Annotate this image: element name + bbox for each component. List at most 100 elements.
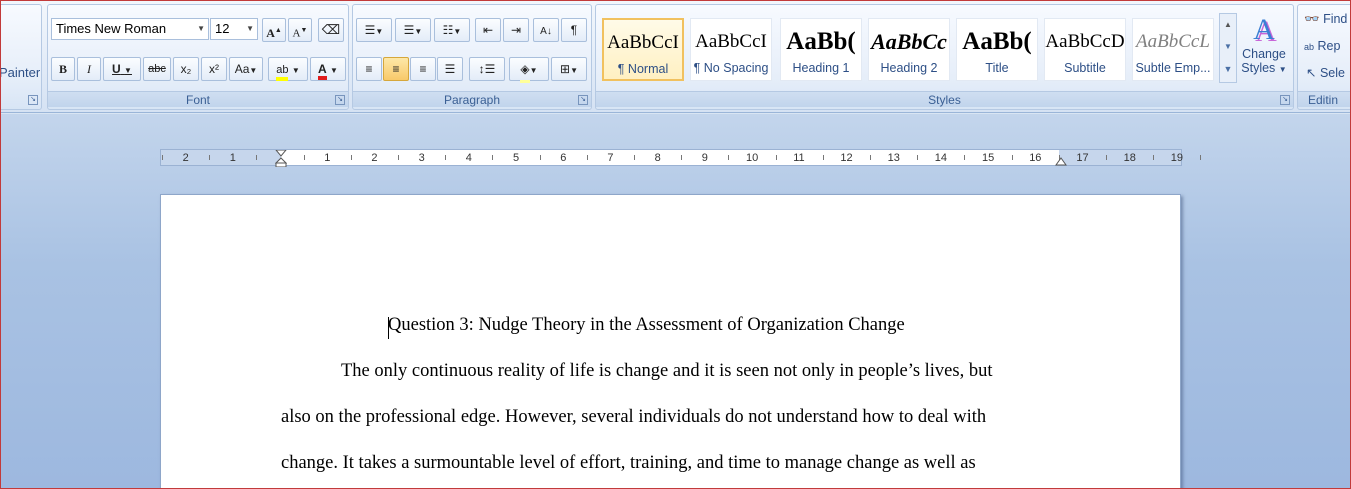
sort-icon: A↓	[540, 26, 552, 37]
superscript-button[interactable]: x²	[201, 57, 227, 81]
ruler-tick-label: 11	[793, 152, 805, 164]
line-spacing-button[interactable]: ↕☰	[469, 57, 505, 81]
style-subtitle[interactable]: AaBbCcD Subtitle	[1044, 18, 1126, 81]
ruler-minor-tick	[681, 155, 683, 160]
shrink-font-button[interactable]: A▼	[288, 18, 312, 42]
ruler-tick-label: 4	[465, 152, 472, 164]
paragraph-line-1[interactable]: The only continuous reality of life is c…	[341, 361, 992, 382]
shading-button[interactable]: ◈▼	[509, 57, 549, 83]
ruler-tick-label: 6	[560, 152, 567, 164]
styles-group-label: Styles	[596, 91, 1293, 107]
ruler-tick-label: 1	[324, 152, 331, 164]
align-left-button[interactable]: ≡	[356, 57, 382, 81]
bullets-button[interactable]: ☰▼	[356, 18, 392, 42]
font-group-label: Font	[48, 91, 348, 107]
paragraph-line-3[interactable]: change. It takes a surmountable level of…	[281, 453, 976, 474]
replace-icon: ab	[1304, 42, 1315, 52]
ruler-tick-label: 1	[229, 152, 236, 164]
line-spacing-icon: ↕☰	[478, 62, 496, 76]
show-marks-button[interactable]: ¶	[561, 18, 587, 42]
first-line-indent-marker[interactable]	[274, 149, 288, 168]
change-case-button[interactable]: Aa▼	[229, 57, 263, 81]
style-subtle-emphasis[interactable]: AaBbCcL Subtle Emp...	[1132, 18, 1214, 81]
ruler-minor-tick	[870, 155, 871, 160]
align-right-button[interactable]: ≡	[410, 57, 436, 81]
document-page[interactable]: Question 3: Nudge Theory in the Assessme…	[160, 194, 1181, 489]
replace-button[interactable]: ab Rep	[1304, 39, 1340, 53]
decrease-indent-button[interactable]: ⇤	[475, 18, 501, 42]
justify-button[interactable]: ☰	[437, 57, 463, 81]
paragraph-line-2[interactable]: also on the professional edge. However, …	[281, 407, 986, 428]
numbered-list-icon: ☰	[403, 23, 415, 37]
clear-formatting-button[interactable]: ⌫	[318, 18, 344, 42]
multilevel-list-button[interactable]: ☷▼	[434, 18, 470, 42]
font-launcher-icon[interactable]: ↘	[335, 95, 345, 105]
highlight-button[interactable]: ab ▼	[268, 57, 308, 81]
document-title[interactable]: Question 3: Nudge Theory in the Assessme…	[388, 315, 905, 336]
font-family-select[interactable]: Times New Roman ▼	[51, 18, 209, 40]
strikethrough-button[interactable]: abc	[143, 57, 171, 81]
style-normal[interactable]: AaBbCcI ¶ Normal	[602, 18, 684, 81]
right-indent-marker[interactable]	[1055, 150, 1067, 166]
align-center-button[interactable]: ≡	[383, 57, 409, 81]
style-title[interactable]: AaBb( Title	[956, 18, 1038, 81]
ruler-minor-tick	[1153, 155, 1155, 160]
styles-launcher-icon[interactable]: ↘	[1280, 95, 1290, 105]
ruler-tick-label: 14	[934, 152, 948, 164]
cursor-icon: ↖	[1306, 66, 1317, 80]
ribbon: Painter ↘ Times New Roman ▼ 12 ▼ A▲ A▼ ⌫…	[0, 0, 1351, 113]
scroll-down-icon[interactable]: ▼	[1220, 36, 1236, 58]
justify-icon: ☰	[444, 62, 456, 76]
ruler-minor-tick	[1200, 155, 1202, 160]
align-right-icon: ≡	[419, 62, 427, 76]
ruler-minor-tick	[162, 155, 163, 160]
sort-button[interactable]: A↓	[533, 18, 559, 42]
font-family-value: Times New Roman	[56, 21, 167, 36]
align-center-icon: ≡	[392, 62, 400, 76]
select-button[interactable]: ↖ Sele	[1306, 65, 1345, 80]
indent-icon: ⇥	[510, 23, 522, 37]
format-painter-button[interactable]: Painter	[0, 65, 40, 80]
align-left-icon: ≡	[365, 62, 373, 76]
scroll-up-icon[interactable]: ▲	[1220, 14, 1236, 36]
ruler-minor-tick	[634, 155, 635, 160]
ruler-tick-label: 7	[607, 152, 614, 164]
style-no-spacing[interactable]: AaBbCcI ¶ No Spacing	[690, 18, 772, 81]
eraser-icon: ⌫	[321, 22, 341, 37]
bold-button[interactable]: B	[51, 57, 75, 81]
outdent-icon: ⇤	[482, 23, 494, 37]
ruler-minor-tick	[350, 155, 352, 160]
paragraph-launcher-icon[interactable]: ↘	[578, 95, 588, 105]
ruler-tick-label: 2	[182, 152, 189, 164]
numbering-button[interactable]: ☰▼	[395, 18, 431, 42]
style-heading-1[interactable]: AaBb( Heading 1	[780, 18, 862, 81]
ruler-minor-tick	[209, 155, 211, 160]
ruler-minor-tick	[775, 155, 777, 160]
italic-button[interactable]: I	[77, 57, 101, 81]
styles-scroll[interactable]: ▲ ▼ ▼	[1219, 13, 1237, 83]
subscript-button[interactable]: x₂	[173, 57, 199, 81]
ruler-minor-tick	[492, 155, 494, 160]
borders-button[interactable]: ⊞▼	[551, 57, 587, 81]
font-color-button[interactable]: A ▼	[310, 57, 346, 81]
find-button[interactable]: 👓 Find	[1304, 12, 1347, 27]
increase-indent-button[interactable]: ⇥	[503, 18, 529, 42]
font-size-value: 12	[215, 21, 230, 36]
clipboard-launcher-icon[interactable]: ↘	[28, 95, 38, 105]
document-workspace: 2 1 1 2 3 4 5 6 7 8 9 10 11 12 13 14 15 16 17 18 19 Question…	[0, 114, 1351, 489]
font-group: Times New Roman ▼ 12 ▼ A▲ A▼ ⌫ B I U ▼ a…	[47, 4, 349, 110]
ruler-tick-label: 5	[513, 152, 520, 164]
font-size-select[interactable]: 12 ▼	[210, 18, 258, 40]
ruler-minor-tick	[303, 155, 305, 160]
style-heading-2[interactable]: AaBbCc Heading 2	[868, 18, 950, 81]
more-styles-icon[interactable]: ▼	[1220, 58, 1236, 80]
bullet-list-icon: ☰	[364, 23, 376, 37]
ruler-tick-label: 16	[1029, 152, 1042, 164]
horizontal-ruler[interactable]: 2 1 1 2 3 4 5 6 7 8 9 10 11 12 13 14 15 16 17 18 19	[160, 149, 1202, 168]
ruler-minor-tick	[917, 155, 919, 160]
ruler-tick-label: 9	[701, 152, 708, 164]
underline-button[interactable]: U ▼	[103, 57, 141, 81]
change-styles-button[interactable]: A Change Styles ▼	[1238, 13, 1290, 93]
chevron-down-icon: ▼	[197, 24, 205, 33]
grow-font-button[interactable]: A▲	[262, 18, 286, 42]
